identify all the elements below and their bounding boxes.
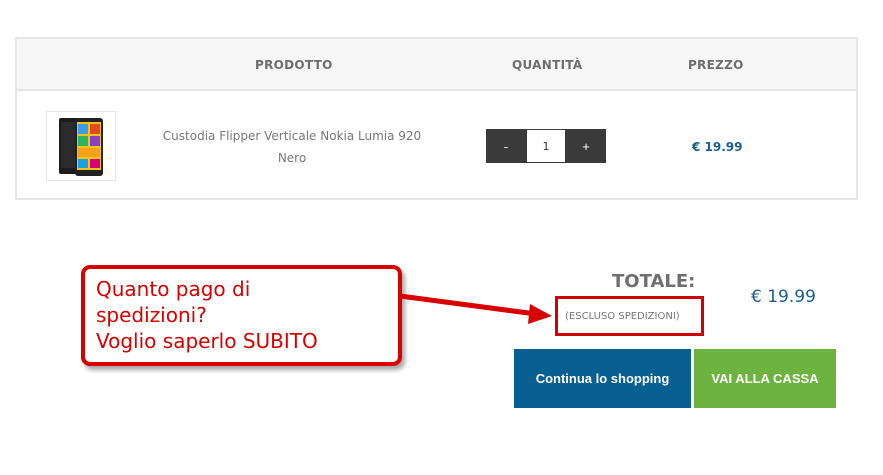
phone-case-image (59, 118, 103, 176)
header-quantity: QUANTITÀ (512, 58, 583, 72)
shipping-excluded-note: (ESCLUSO SPEDIZIONI) (565, 311, 680, 322)
total-value: € 19.99 (751, 287, 816, 307)
continue-shopping-button[interactable]: Continua lo shopping (514, 349, 691, 408)
checkout-button[interactable]: VAI ALLA CASSA (694, 349, 836, 408)
header-price: PREZZO (688, 58, 744, 72)
product-name-line2: Nero (277, 151, 307, 165)
increment-button[interactable]: + (566, 129, 606, 163)
annotation-line2: spedizioni? (96, 303, 207, 327)
annotation-line3: Voglio saperlo SUBITO (96, 329, 318, 353)
product-name[interactable]: Custodia Flipper Verticale Nokia Lumia 9… (157, 125, 427, 169)
product-thumbnail[interactable] (46, 111, 116, 181)
cart-table-header: PRODOTTO QUANTITÀ PREZZO (17, 39, 856, 91)
annotation-line1: Quanto pago di (96, 277, 251, 301)
header-product: PRODOTTO (255, 58, 333, 72)
quantity-stepper: - + (486, 129, 606, 163)
annotation-arrow-icon (399, 293, 552, 324)
total-label: TOTALE: (612, 271, 696, 292)
cart-table: PRODOTTO QUANTITÀ PREZZO Custodia Flippe… (15, 37, 858, 200)
item-price: € 19.99 (692, 140, 743, 154)
product-name-line1: Custodia Flipper Verticale Nokia Lumia 9… (162, 129, 422, 143)
decrement-button[interactable]: - (486, 129, 526, 163)
quantity-input[interactable] (526, 129, 566, 163)
